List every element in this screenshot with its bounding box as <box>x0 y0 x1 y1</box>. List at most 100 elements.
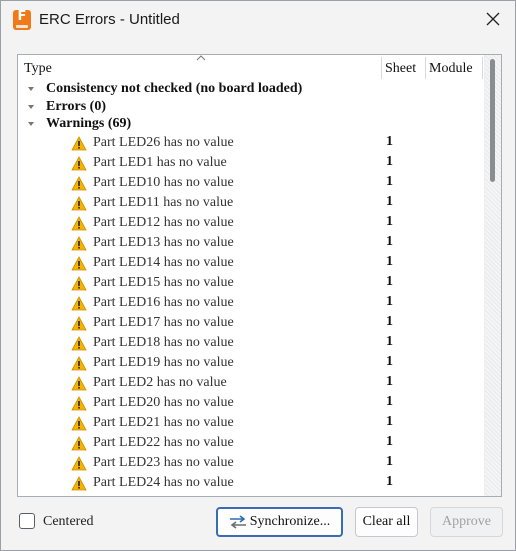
sheet-number: 1 <box>386 373 393 389</box>
app-icon: F <box>13 10 31 30</box>
warning-triangle-icon <box>71 175 87 190</box>
warning-message: Part LED13 has no value <box>93 234 234 250</box>
warning-row[interactable]: Part LED18 has no value 1 <box>18 334 484 354</box>
warning-triangle-icon <box>71 235 87 250</box>
warning-message: Part LED15 has no value <box>93 274 234 290</box>
sheet-number: 1 <box>386 473 393 489</box>
column-header-sheet[interactable]: Sheet <box>385 61 416 77</box>
column-header-module[interactable]: Module <box>429 61 473 77</box>
sheet-number: 1 <box>386 453 393 469</box>
warning-row[interactable]: Part LED11 has no value 1 <box>18 194 484 214</box>
warning-message: Part LED2 has no value <box>93 374 227 390</box>
warning-message: Part LED1 has no value <box>93 154 227 170</box>
sheet-number: 1 <box>386 253 393 269</box>
tree-group-row[interactable]: Consistency not checked (no board loaded… <box>18 81 484 99</box>
warning-triangle-icon <box>71 255 87 270</box>
warning-row[interactable]: Part LED23 has no value 1 <box>18 454 484 474</box>
close-icon <box>486 12 500 26</box>
warning-message: Part LED24 has no value <box>93 474 234 490</box>
sheet-number: 1 <box>386 333 393 349</box>
warning-row[interactable]: Part LED20 has no value 1 <box>18 394 484 414</box>
group-label: Consistency not checked (no board loaded… <box>46 81 303 96</box>
tree-group-row[interactable]: Errors (0) <box>18 99 484 117</box>
synchronize-label: Synchronize... <box>249 514 331 529</box>
sheet-number: 1 <box>386 393 393 409</box>
expand-collapse-icon[interactable] <box>28 121 34 127</box>
expand-collapse-icon[interactable] <box>28 104 34 110</box>
synchronize-arrows-icon <box>229 515 246 529</box>
warning-row[interactable]: Part LED10 has no value 1 <box>18 174 484 194</box>
warning-message: Part LED18 has no value <box>93 334 234 350</box>
approve-label: Approve <box>442 514 491 529</box>
group-label: Errors (0) <box>46 98 106 114</box>
warning-triangle-icon <box>71 455 87 470</box>
synchronize-button[interactable]: Synchronize... <box>216 507 343 537</box>
warning-row[interactable]: Part LED19 has no value 1 <box>18 354 484 374</box>
warning-triangle-icon <box>71 375 87 390</box>
tree-rows: Consistency not checked (no board loaded… <box>18 81 484 496</box>
warning-message: Part LED26 has no value <box>93 134 234 150</box>
column-divider[interactable] <box>425 57 426 79</box>
warning-triangle-icon <box>71 195 87 210</box>
erc-errors-dialog: F ERC Errors - Untitled Type Sheet Modul… <box>0 0 516 551</box>
warning-row[interactable]: Part LED15 has no value 1 <box>18 274 484 294</box>
vertical-scrollbar[interactable] <box>484 55 501 496</box>
warning-message: Part LED20 has no value <box>93 394 234 410</box>
column-header-type[interactable]: Type <box>24 61 52 77</box>
warning-triangle-icon <box>71 295 87 310</box>
sheet-number: 1 <box>386 193 393 209</box>
warning-triangle-icon <box>71 415 87 430</box>
column-header-row: Type Sheet Module <box>18 57 484 79</box>
warning-message: Part LED21 has no value <box>93 414 234 430</box>
sheet-number: 1 <box>386 413 393 429</box>
warning-triangle-icon <box>71 475 87 490</box>
warning-row[interactable]: Part LED1 has no value 1 <box>18 154 484 174</box>
warning-row[interactable]: Part LED25 has no value 1 <box>18 494 484 496</box>
sheet-number: 1 <box>386 293 393 309</box>
warning-row[interactable]: Part LED13 has no value 1 <box>18 234 484 254</box>
warning-message: Part LED10 has no value <box>93 174 234 190</box>
group-label: Warnings (69) <box>46 116 132 131</box>
warning-row[interactable]: Part LED14 has no value 1 <box>18 254 484 274</box>
sheet-number: 1 <box>386 313 393 329</box>
sheet-number: 1 <box>386 433 393 449</box>
clear-all-label: Clear all <box>362 514 411 529</box>
warning-triangle-icon <box>78 495 80 496</box>
dialog-footer: Centered Synchronize... Clear all Approv… <box>1 501 515 551</box>
warning-row[interactable]: Part LED2 has no value 1 <box>18 374 484 394</box>
close-button[interactable] <box>477 5 509 33</box>
column-divider[interactable] <box>482 57 483 79</box>
warning-row[interactable]: Part LED21 has no value 1 <box>18 414 484 434</box>
tree-group-row[interactable]: Warnings (69) <box>18 116 484 134</box>
erc-results-tree[interactable]: Type Sheet Module Consistency not checke… <box>17 54 502 497</box>
warning-triangle-icon <box>71 395 87 410</box>
warning-row[interactable]: Part LED22 has no value 1 <box>18 434 484 454</box>
warning-triangle-icon <box>71 275 87 290</box>
warning-triangle-icon <box>71 355 87 370</box>
scrollbar-thumb[interactable] <box>490 59 495 182</box>
warning-triangle-icon <box>71 315 87 330</box>
warning-row[interactable]: Part LED17 has no value 1 <box>18 314 484 334</box>
expand-collapse-icon[interactable] <box>28 86 34 92</box>
warning-message: Part LED12 has no value <box>93 214 234 230</box>
sheet-number: 1 <box>386 233 393 249</box>
warning-row[interactable]: Part LED12 has no value 1 <box>18 214 484 234</box>
warning-row[interactable]: Part LED16 has no value 1 <box>18 294 484 314</box>
warning-triangle-icon <box>71 435 87 450</box>
sheet-number: 1 <box>386 133 393 149</box>
centered-checkbox[interactable] <box>19 513 35 529</box>
approve-button[interactable]: Approve <box>430 507 503 537</box>
warning-triangle-icon <box>71 135 87 150</box>
warning-triangle-icon <box>71 155 87 170</box>
warning-row[interactable]: Part LED24 has no value 1 <box>18 474 484 494</box>
warning-triangle-icon <box>71 335 87 350</box>
title-bar[interactable]: F ERC Errors - Untitled <box>1 1 515 39</box>
warning-message: Part LED17 has no value <box>93 314 234 330</box>
column-divider[interactable] <box>381 57 382 79</box>
warning-message: Part LED14 has no value <box>93 254 234 270</box>
sheet-number: 1 <box>386 213 393 229</box>
warning-row[interactable]: Part LED26 has no value 1 <box>18 134 484 154</box>
centered-label: Centered <box>43 514 94 529</box>
clear-all-button[interactable]: Clear all <box>355 507 418 537</box>
warning-message: Part LED16 has no value <box>93 294 234 310</box>
